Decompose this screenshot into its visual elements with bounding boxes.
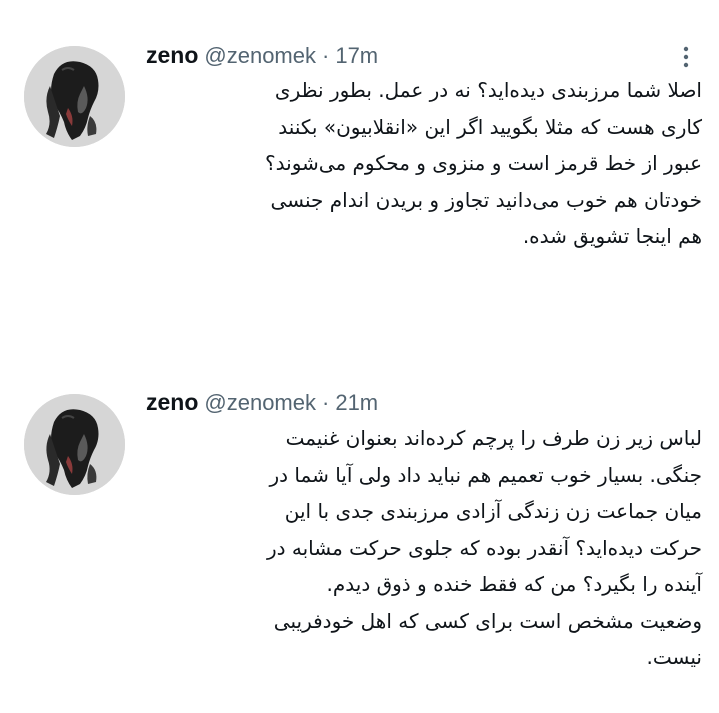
timestamp[interactable]: 21m	[335, 390, 378, 416]
user-handle[interactable]: @zenomek	[204, 390, 316, 416]
tweet[interactable]: zeno @zenomek · 21m لباس زیر زن طرف را پ…	[0, 350, 719, 713]
tweet-text-line: اصلا شما مرزبندی دیده‌اید؟ نه در عمل. بط…	[274, 78, 702, 102]
tweet-text-line: کاری هست که مثلا بگویید اگر این «انقلابی…	[278, 114, 702, 139]
tweet-text: لباس زیر زن طرف را پرچم کرده‌اند بعنوان …	[146, 420, 702, 676]
tweet-text-line: هم اینجا تشویق شده.	[522, 224, 702, 248]
tweet-text-line: خودتان هم خوب می‌دانید تجاوز و بریدن اند…	[270, 187, 702, 212]
profile-photo-icon	[24, 46, 125, 147]
tweet-text-line: عبور از خط قرمز است و منزوی و محکوم می‌ش…	[265, 151, 702, 175]
tweet[interactable]: zeno @zenomek · 17m اصلا شما مرزبندی دید…	[0, 0, 719, 350]
profile-photo-icon	[24, 394, 125, 495]
tweet-text-line: وضعیت مشخص است برای کسی که اهل خودفریبی	[273, 608, 702, 633]
tweet-header: zeno @zenomek · 17m	[146, 42, 378, 72]
more-options-icon[interactable]	[676, 44, 696, 70]
tweet-text: اصلا شما مرزبندی دیده‌اید؟ نه در عمل. بط…	[146, 72, 702, 255]
separator-dot: ·	[322, 390, 330, 415]
tweet-text-line: میان جماعت زن زندگی آزادی مرزبندی جدی با…	[284, 499, 702, 523]
tweet-text-line: آینده را بگیرد؟ من که فقط خنده و ذوق دید…	[326, 572, 702, 596]
user-name[interactable]: zeno	[146, 389, 198, 416]
user-handle[interactable]: @zenomek	[204, 43, 316, 69]
user-name[interactable]: zeno	[146, 42, 198, 69]
tweet-text-line: حرکت دیده‌اید؟ آنقدر بوده که جلوی حرکت م…	[266, 535, 702, 560]
tweet-text-line: لباس زیر زن طرف را پرچم کرده‌اند بعنوان …	[285, 426, 702, 450]
tweet-header: zeno @zenomek · 21m	[146, 389, 378, 419]
separator-dot: ·	[322, 43, 330, 68]
avatar[interactable]	[24, 46, 125, 147]
tweet-text-line: جنگی. بسیار خوب تعمیم هم نباید داد ولی آ…	[269, 462, 703, 487]
tweet-text-line: نیست.	[646, 645, 702, 669]
avatar[interactable]	[24, 394, 125, 495]
timestamp[interactable]: 17m	[335, 43, 378, 69]
